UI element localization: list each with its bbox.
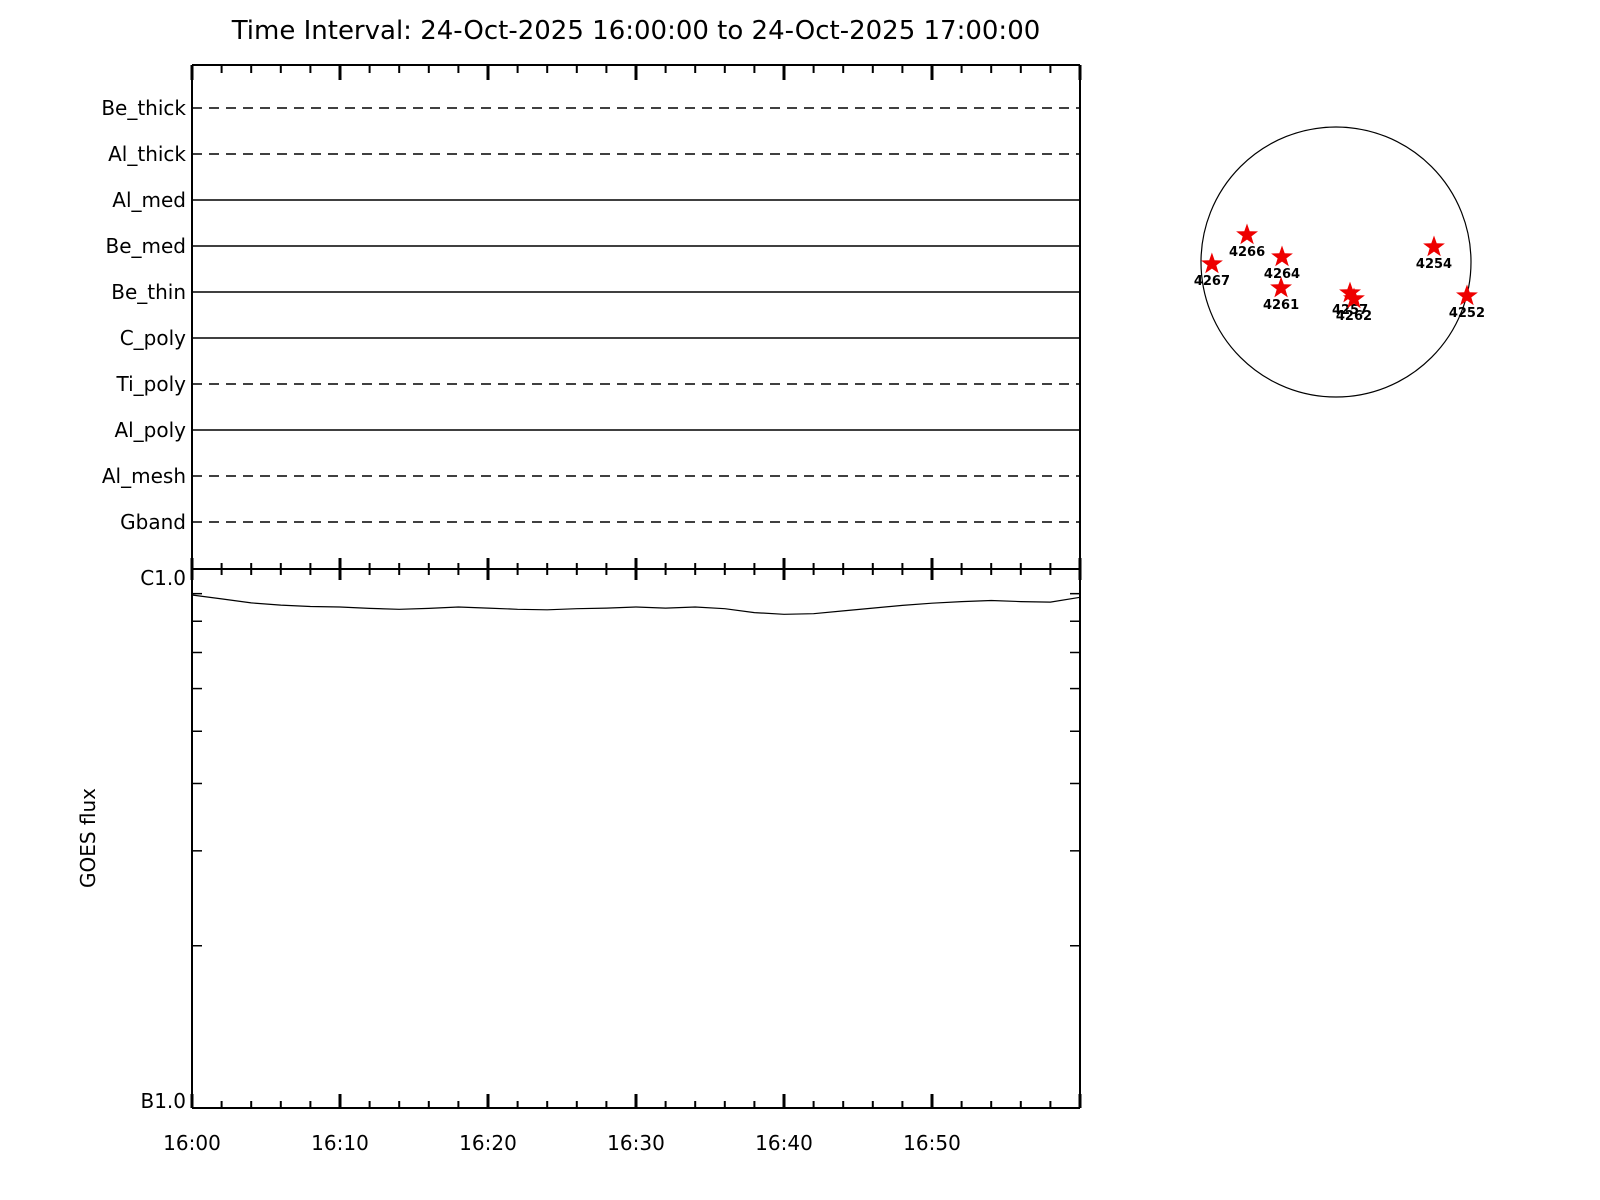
goes-flux-line (191, 594, 1081, 615)
xrt-flare-catalog-page: Time Interval: 24-Oct-2025 16:00:00 to 2… (0, 0, 1600, 1200)
goes-flux-axis-title: GOES flux (76, 788, 100, 888)
goes-ymax-label: C1.0 (140, 566, 186, 590)
active-region-label-4262: 4262 (1336, 309, 1372, 324)
active-region-label-4261: 4261 (1263, 298, 1299, 313)
filter-label-Ti_poly: Ti_poly (116, 372, 187, 396)
x-tick-label-16:40: 16:40 (755, 1131, 813, 1155)
x-tick-label-16:20: 16:20 (459, 1131, 517, 1155)
x-tick-label-16:00: 16:00 (163, 1131, 221, 1155)
filter-label-Al_med: Al_med (112, 188, 186, 212)
filter-label-Al_poly: Al_poly (114, 418, 186, 442)
filter-label-Al_thick: Al_thick (108, 142, 186, 166)
filter-label-Be_med: Be_med (105, 234, 186, 258)
active-region-label-4267: 4267 (1194, 274, 1230, 289)
x-tick-label-16:30: 16:30 (607, 1131, 665, 1155)
filter-label-C_poly: C_poly (120, 326, 186, 350)
filter-label-Al_mesh: Al_mesh (102, 464, 186, 488)
x-tick-label-16:10: 16:10 (311, 1131, 369, 1155)
filter-label-Be_thin: Be_thin (111, 280, 186, 304)
timeline-goes-and-sunmap-plot: Be_thick Al_thick Al_med Be_med Be_thin C_pol… (76, 64, 1485, 1155)
active-region-label-4252: 4252 (1449, 306, 1485, 321)
x-tick-label-16:50: 16:50 (903, 1131, 961, 1155)
filter-label-Be_thick: Be_thick (101, 96, 186, 120)
active-region-label-4254: 4254 (1416, 257, 1452, 272)
filter-label-Gband: Gband (120, 510, 186, 534)
goes-ymin-label: B1.0 (140, 1089, 186, 1113)
active-region-label-4266: 4266 (1229, 245, 1265, 260)
